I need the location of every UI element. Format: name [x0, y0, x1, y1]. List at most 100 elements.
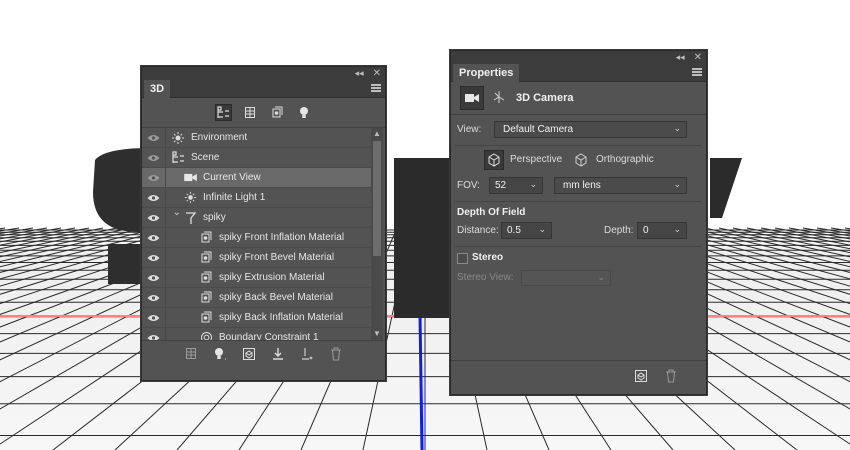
- delete-button[interactable]: [327, 345, 345, 363]
- orthographic-button[interactable]: [571, 150, 591, 170]
- expand-chevron-icon[interactable]: ⌄: [173, 207, 181, 218]
- properties-toolbar: [451, 360, 706, 394]
- depth-input[interactable]: 0 ⌄: [637, 222, 687, 239]
- chevron-down-icon: ⌄: [673, 180, 681, 190]
- panel-drag-bar[interactable]: ◂◂ ✕: [142, 67, 385, 80]
- stereo-view-dropdown[interactable]: ⌄: [521, 270, 611, 286]
- close-panel-icon[interactable]: ✕: [373, 68, 381, 79]
- environment-icon: [170, 130, 186, 146]
- panel-drag-bar[interactable]: ◂◂ ✕: [451, 51, 706, 64]
- new-object-icon: [243, 347, 255, 360]
- lights-filter-button[interactable]: [296, 104, 313, 121]
- distance-label: Distance:: [457, 225, 499, 236]
- lights-icon: [300, 107, 308, 118]
- render-button[interactable]: [182, 345, 200, 363]
- meshes-filter-button[interactable]: [242, 104, 259, 121]
- depth-of-field-title: Depth Of Field: [457, 207, 526, 218]
- visibility-eye-icon[interactable]: [142, 327, 166, 340]
- layer-row[interactable]: spiky Front Inflation Material: [142, 227, 371, 248]
- depth-label: Depth:: [604, 225, 634, 236]
- layer-label: Environment: [191, 132, 248, 143]
- render-properties-button[interactable]: [634, 369, 648, 386]
- material-icon: [198, 250, 214, 266]
- distance-input[interactable]: 0.5 ⌄: [501, 222, 552, 239]
- render-icon: [186, 348, 196, 359]
- 3d-letter-y: [710, 158, 742, 218]
- visibility-eye-icon[interactable]: [142, 167, 166, 188]
- infinite-light-icon: [182, 190, 198, 206]
- layer-row[interactable]: Infinite Light 1: [142, 187, 371, 208]
- camera-icon: [182, 170, 198, 186]
- collapse-panel-icon[interactable]: ◂◂: [355, 69, 364, 79]
- layer-row[interactable]: Current View: [142, 167, 371, 188]
- visibility-eye-icon[interactable]: [142, 267, 166, 288]
- visibility-eye-icon[interactable]: [142, 147, 166, 168]
- 3d-panel-toolbar: [142, 340, 385, 366]
- chevron-down-icon: ⌄: [673, 225, 681, 235]
- visibility-eye-icon[interactable]: [142, 128, 166, 148]
- tab-properties[interactable]: Properties: [453, 64, 520, 82]
- add-light-icon: [215, 347, 226, 359]
- chevron-down-icon: ⌄: [529, 180, 537, 190]
- panel-menu-icon[interactable]: [371, 84, 381, 92]
- delete-properties-button[interactable]: [665, 369, 677, 386]
- scroll-up-icon[interactable]: ▲: [371, 128, 383, 140]
- layer-row[interactable]: Scene: [142, 147, 371, 168]
- layer-row[interactable]: spiky Extrusion Material: [142, 267, 371, 288]
- new-object-button[interactable]: [240, 345, 258, 363]
- camera-properties-body: View: Default Camera ⌄ Perspective Ortho…: [451, 115, 706, 385]
- fov-units-dropdown[interactable]: mm lens ⌄: [554, 177, 687, 194]
- stereo-checkbox[interactable]: [457, 253, 468, 264]
- view-dropdown[interactable]: Default Camera ⌄: [494, 121, 687, 138]
- camera-mode-button[interactable]: [460, 86, 484, 110]
- layer-label: spiky Back Inflation Material: [219, 312, 343, 323]
- orthographic-label: Orthographic: [596, 154, 654, 165]
- visibility-eye-icon[interactable]: [142, 227, 166, 248]
- stereo-view-label: Stereo View:: [457, 272, 514, 283]
- 3d-layer-list[interactable]: Environment Scene Current View Infinite Lig…: [142, 128, 385, 340]
- materials-filter-button[interactable]: [269, 104, 286, 121]
- depth-value: 0: [643, 225, 649, 236]
- close-panel-icon[interactable]: ✕: [694, 52, 702, 63]
- visibility-eye-icon[interactable]: [142, 247, 166, 268]
- drop-to-ground-button[interactable]: [269, 345, 287, 363]
- coordinates-button[interactable]: [492, 90, 506, 107]
- delete-icon: [331, 347, 341, 360]
- 3d-filter-bar: [142, 98, 385, 128]
- perspective-button[interactable]: [484, 150, 504, 170]
- layer-label: Current View: [203, 172, 261, 183]
- add-light-button[interactable]: [211, 345, 229, 363]
- layer-row[interactable]: spiky Back Bevel Material: [142, 287, 371, 308]
- chevron-down-icon: ⌄: [597, 273, 605, 283]
- layer-label: spiky Back Bevel Material: [219, 292, 333, 303]
- panel-menu-icon[interactable]: [692, 68, 702, 76]
- layer-row[interactable]: ⌄ spiky: [142, 207, 371, 228]
- visibility-eye-icon[interactable]: [142, 187, 166, 208]
- layer-row[interactable]: Boundary Constraint 1: [142, 327, 371, 340]
- ground-plane-grid: [0, 148, 850, 450]
- layer-row[interactable]: spiky Front Bevel Material: [142, 247, 371, 268]
- whole-scene-filter-button[interactable]: [214, 104, 232, 121]
- fov-value: 52: [495, 180, 507, 191]
- fov-label: FOV:: [457, 180, 480, 191]
- collapse-panel-icon[interactable]: ◂◂: [676, 53, 685, 63]
- visibility-eye-icon[interactable]: [142, 207, 166, 228]
- visibility-eye-icon[interactable]: [142, 307, 166, 328]
- add-constraint-button[interactable]: [298, 345, 316, 363]
- tab-3d[interactable]: 3D: [144, 80, 171, 98]
- view-dropdown-value: Default Camera: [503, 124, 574, 135]
- layer-row[interactable]: spiky Back Inflation Material: [142, 307, 371, 328]
- layer-row[interactable]: Environment: [142, 128, 371, 148]
- meshes-icon: [245, 107, 255, 118]
- layer-label: spiky Front Inflation Material: [219, 232, 345, 243]
- scroll-down-icon[interactable]: ▼: [371, 328, 383, 340]
- 3d-canvas[interactable]: [0, 0, 850, 450]
- view-label: View:: [457, 124, 482, 135]
- material-icon: [198, 230, 214, 246]
- scroll-thumb[interactable]: [373, 141, 381, 256]
- properties-header: 3D Camera: [451, 82, 706, 115]
- visibility-eye-icon[interactable]: [142, 287, 166, 308]
- fov-input[interactable]: 52 ⌄: [489, 177, 543, 194]
- layer-list-scrollbar[interactable]: ▲ ▼: [371, 128, 383, 340]
- layer-label: Scene: [191, 152, 220, 163]
